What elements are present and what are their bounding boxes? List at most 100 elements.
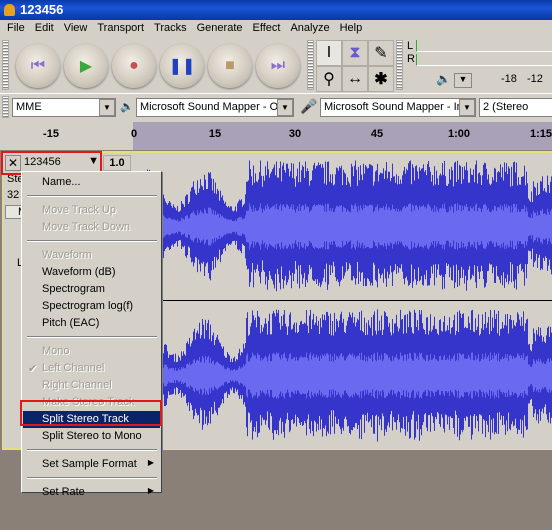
ruler-tick: 45 — [370, 128, 384, 140]
control-toolbar: ⏮ ▶ ● ❚❚ ■ ⏭ I ⧗ ✎ ⚲ ↔ ✱ L R 🔈 ▼ -18 -12 — [0, 38, 552, 93]
output-device-select[interactable]: Microsoft Sound Mapper - Out ▼ — [136, 98, 294, 117]
menu-item-label: Waveform (dB) — [42, 266, 116, 278]
envelope-tool-icon[interactable]: ⧗ — [342, 40, 368, 66]
menu-item-label: Pitch (EAC) — [42, 317, 100, 329]
input-device-value: Microsoft Sound Mapper - Inpu — [324, 101, 476, 113]
track-info-rate: 32 — [7, 189, 20, 201]
timeline-ruler-track-area[interactable] — [133, 122, 552, 150]
menu-item-spectrogram-log-f[interactable]: Spectrogram log(f) — [23, 298, 160, 315]
pause-icon: ❚❚ — [168, 58, 196, 75]
menu-item-name[interactable]: Name... — [23, 174, 160, 191]
submenu-arrow-icon: ▶ — [147, 486, 154, 495]
window-title: 123456 — [20, 2, 64, 17]
zoom-tool-icon[interactable]: ⚲ — [316, 66, 342, 92]
record-icon: ● — [129, 57, 139, 74]
ruler-tick: 30 — [288, 128, 302, 140]
menu-item-label: Spectrogram — [42, 283, 105, 295]
checkmark-icon: ✔ — [28, 363, 38, 375]
meter-left-label: L — [407, 40, 414, 52]
menu-item-mono: Mono — [23, 343, 160, 360]
menu-transport[interactable]: Transport — [92, 20, 149, 38]
output-device-value: Microsoft Sound Mapper - Out — [140, 101, 288, 113]
menu-item-pitch-eac[interactable]: Pitch (EAC) — [23, 315, 160, 332]
input-channels-select[interactable]: 2 (Stereo — [479, 98, 552, 117]
skip-start-icon: ⏮ — [30, 57, 46, 74]
timeshift-tool-icon[interactable]: ↔ — [342, 66, 368, 92]
menu-item-set-rate[interactable]: Set Rate ▶ — [23, 484, 160, 501]
speaker-icon: 🔈 — [120, 101, 134, 113]
skip-end-button[interactable]: ⏭ — [256, 44, 300, 88]
menu-generate[interactable]: Generate — [192, 20, 248, 38]
waveform-display[interactable] — [133, 153, 552, 449]
menu-analyze[interactable]: Analyze — [285, 20, 334, 38]
menu-view[interactable]: View — [59, 20, 93, 38]
pause-button[interactable]: ❚❚ — [160, 44, 204, 88]
menu-separator — [27, 336, 157, 338]
track-gain: 1.0 — [103, 155, 131, 171]
input-channels-value: 2 (Stereo — [483, 101, 529, 113]
menu-item-label: Mono — [42, 345, 70, 357]
ruler-tick: 15 — [208, 128, 222, 140]
ruler-tick: 1:00 — [447, 128, 471, 140]
annotation-highlight-split-stereo — [20, 400, 162, 426]
record-button[interactable]: ● — [112, 44, 156, 88]
menu-item-left-channel: ✔ Left Channel — [23, 360, 160, 377]
menu-separator — [27, 449, 157, 451]
meter-tick: -18 — [501, 73, 517, 85]
meter-left-bar — [416, 40, 552, 52]
menu-item-move-track-down: Move Track Down — [23, 219, 160, 236]
menu-item-split-stereo-to-mono[interactable]: Split Stereo to Mono — [23, 428, 160, 445]
menu-bar: File Edit View Transport Tracks Generate… — [0, 20, 552, 38]
skip-end-icon: ⏭ — [270, 57, 286, 74]
menu-item-right-channel: Right Channel — [23, 377, 160, 394]
menu-edit[interactable]: Edit — [30, 20, 59, 38]
menu-item-waveform-db[interactable]: Waveform (dB) — [23, 264, 160, 281]
submenu-arrow-icon: ▶ — [147, 458, 154, 467]
menu-item-label: Left Channel — [42, 362, 105, 374]
menu-help[interactable]: Help — [335, 20, 368, 38]
audio-host-select[interactable]: MME ▼ — [12, 98, 116, 117]
menu-item-label: Right Channel — [42, 379, 112, 391]
menu-file[interactable]: File — [2, 20, 30, 38]
ruler-tick: 0 — [130, 128, 138, 140]
selection-tool-icon[interactable]: I — [316, 40, 342, 66]
title-bar: 123456 — [0, 0, 552, 20]
multi-tool-icon[interactable]: ✱ — [368, 66, 394, 92]
menu-item-label: Set Rate — [42, 486, 85, 498]
meter-options-dropdown[interactable]: ▼ — [454, 73, 472, 88]
menu-effect[interactable]: Effect — [248, 20, 286, 38]
menu-item-label: Waveform — [42, 249, 92, 261]
toolbar-grip[interactable] — [396, 40, 403, 90]
menu-separator — [27, 195, 157, 197]
input-device-select[interactable]: Microsoft Sound Mapper - Inpu ▼ — [320, 98, 476, 117]
meter-right-bar — [416, 54, 552, 66]
toolbar-grip[interactable] — [307, 40, 314, 90]
skip-start-button[interactable]: ⏮ — [16, 44, 60, 88]
menu-item-waveform: Waveform — [23, 247, 160, 264]
ruler-tick: 1:15 — [529, 128, 552, 140]
draw-tool-icon[interactable]: ✎ — [368, 40, 394, 66]
app-icon — [4, 4, 15, 16]
menu-item-move-track-up: Move Track Up — [23, 202, 160, 219]
menu-item-label: Name... — [42, 176, 81, 188]
stop-button[interactable]: ■ — [208, 44, 252, 88]
menu-item-spectrogram[interactable]: Spectrogram — [23, 281, 160, 298]
meter-right-label: R — [407, 53, 415, 65]
chevron-down-icon: ▼ — [99, 99, 115, 116]
microphone-icon: 🎤 — [300, 98, 318, 114]
menu-item-label: Split Stereo to Mono — [42, 430, 142, 442]
menu-item-label: Spectrogram log(f) — [42, 300, 134, 312]
menu-item-set-sample-format[interactable]: Set Sample Format ▶ — [23, 456, 160, 473]
toolbar-grip[interactable] — [2, 40, 9, 90]
speaker-icon: 🔈 — [436, 72, 451, 86]
track-context-menu: Name... Move Track Up Move Track Down Wavef… — [21, 171, 162, 498]
menu-tracks[interactable]: Tracks — [149, 20, 192, 38]
chevron-down-icon: ▼ — [459, 99, 475, 116]
menu-item-label: Move Track Up — [42, 204, 116, 216]
menu-separator — [27, 240, 157, 242]
menu-separator — [27, 477, 157, 479]
toolbar-grip[interactable] — [2, 96, 9, 118]
play-icon: ▶ — [79, 58, 93, 75]
meter-tick: -12 — [527, 73, 543, 85]
play-button[interactable]: ▶ — [64, 44, 108, 88]
